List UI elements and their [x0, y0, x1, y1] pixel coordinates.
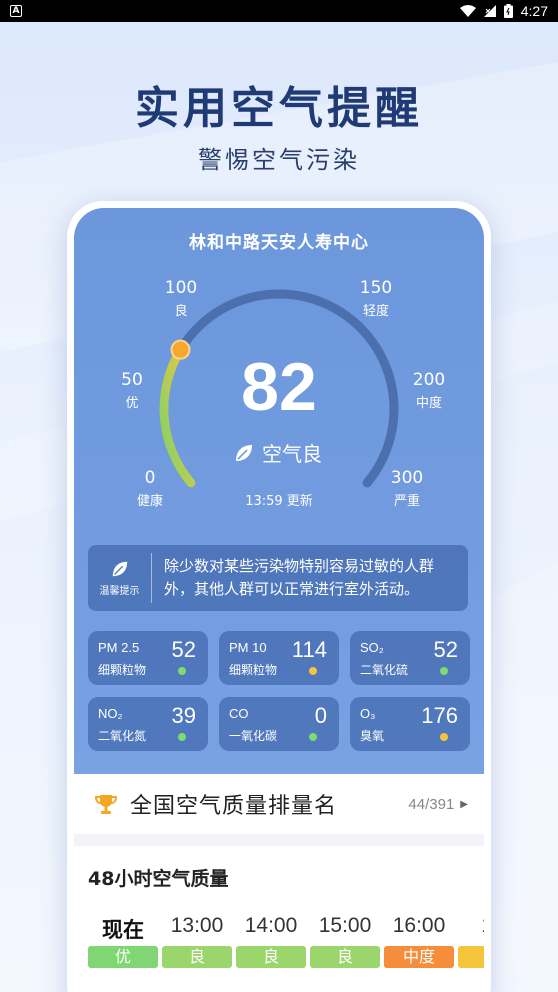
pollutant-value: 52	[171, 637, 196, 662]
pollutant-name: PM 2.5	[98, 640, 140, 655]
pollutant-desc: 臭氧	[360, 729, 385, 743]
trophy-icon	[94, 795, 118, 814]
pollutant-value: 39	[171, 703, 196, 728]
pollutant-desc: 细颗粒物	[98, 663, 147, 677]
pollutant-desc: 一氧化碳	[229, 729, 278, 743]
hour-level-badge: 优	[88, 946, 158, 968]
pollutant-card-pm25[interactable]: PM 2.5 细颗粒物 52	[88, 631, 208, 685]
hour-time: 16:00	[392, 914, 446, 937]
level-dot	[309, 733, 317, 741]
promo-title: 实用空气提醒	[135, 83, 423, 134]
phone-frame: 林和中路天安人寿中心 0 健康 50 优 100 良 150 轻度 200 中度 300 严重 82 …	[67, 201, 491, 992]
ranking-title: 全国空气质量排量名	[130, 794, 338, 819]
ranking-count: 44/391	[408, 795, 455, 813]
status-bar: A 4:27	[0, 0, 558, 22]
level-dot	[178, 667, 186, 675]
gauge-mark-value: 100	[164, 278, 198, 298]
phone-screen: 林和中路天安人寿中心 0 健康 50 优 100 良 150 轻度 200 中度 300 严重 82 …	[74, 208, 484, 992]
pollutant-value: 176	[421, 703, 458, 728]
chevron-right-icon: ▶	[460, 798, 468, 810]
gauge-mark-label: 轻度	[362, 304, 389, 319]
gauge-mark-value: 0	[144, 468, 156, 488]
level-dot	[440, 733, 448, 741]
leaf-icon	[112, 561, 127, 576]
pollutant-desc: 二氧化氮	[98, 729, 147, 743]
hour-item: 15:00 良	[310, 914, 380, 968]
level-dot	[178, 733, 186, 741]
aqi-status: 空气良	[234, 438, 322, 467]
tip-text: 除少数对某些污染物特别容易过敏的人群外，其他人群可以正常进行室外活动。	[164, 557, 435, 598]
pollutant-desc: 二氧化硫	[360, 663, 409, 677]
tip-label: 温馨提示	[99, 585, 140, 597]
pollutant-grid: PM 2.5 细颗粒物 52 PM 10 细颗粒物 114 SO₂ 二氧化硫 5…	[88, 631, 470, 751]
pollutant-card-no2[interactable]: NO₂ 二氧化氮 39	[88, 697, 208, 751]
hour-time: 14:00	[244, 914, 298, 937]
pollutant-card-so2[interactable]: SO₂ 二氧化硫 52	[350, 631, 470, 685]
hourly-forecast-panel: 48小时空气质量 现在 优 13:00 良 14:00 良 15:00 良 16…	[74, 846, 484, 992]
gauge-mark-value: 300	[390, 468, 424, 488]
level-dot	[440, 667, 448, 675]
hour-item: 17 轻	[458, 914, 484, 968]
tip-badge: 温馨提示	[88, 553, 152, 603]
pollutant-name: NO₂	[98, 706, 123, 721]
battery-icon	[503, 4, 513, 18]
level-dot	[309, 667, 317, 675]
pollutant-name: O₃	[360, 706, 376, 721]
pollutant-name: CO	[229, 706, 249, 721]
pollutant-value: 114	[291, 637, 327, 662]
hour-item: 16:00 中度	[384, 914, 454, 968]
pollutant-name: SO₂	[360, 640, 384, 655]
clock: 4:27	[520, 3, 548, 19]
aqi-value: 82	[241, 349, 317, 425]
aqi-hero-panel: 林和中路天安人寿中心 0 健康 50 优 100 良 150 轻度 200 中度 300 严重 82 …	[74, 208, 484, 774]
hour-item: 现在 优	[88, 914, 158, 968]
pollutant-card-o3[interactable]: O₃ 臭氧 176	[350, 697, 470, 751]
pollutant-card-co[interactable]: CO 一氧化碳 0	[219, 697, 339, 751]
hour-time: 15:00	[318, 914, 372, 937]
pollutant-value: 52	[433, 637, 458, 662]
app-notification-icon: A	[10, 5, 22, 17]
gauge-mark-label: 良	[174, 304, 188, 319]
gauge-mark-value: 150	[359, 278, 393, 298]
hour-time: 17	[481, 914, 484, 944]
national-ranking-row[interactable]: 全国空气质量排量名 44/391 ▶	[74, 774, 484, 834]
hour-time: 13:00	[170, 914, 224, 937]
signal-icon	[483, 5, 496, 17]
hour-level-badge: 良	[310, 946, 380, 968]
pollutant-name: PM 10	[229, 640, 267, 655]
pollutant-card-pm10[interactable]: PM 10 细颗粒物 114	[219, 631, 339, 685]
update-time: 13:59 更新	[245, 494, 313, 509]
hourly-list[interactable]: 现在 优 13:00 良 14:00 良 15:00 良 16:00 中度	[88, 914, 484, 968]
hour-item: 14:00 良	[236, 914, 306, 968]
pollutant-desc: 细颗粒物	[229, 663, 278, 677]
wifi-icon	[459, 5, 476, 17]
hourly-title: 48小时空气质量	[88, 868, 229, 890]
hour-level-badge: 良	[236, 946, 306, 968]
hour-time: 现在	[102, 918, 144, 942]
hour-level-badge: 良	[162, 946, 232, 968]
hour-item: 13:00 良	[162, 914, 232, 968]
hour-level-badge: 轻	[458, 946, 484, 968]
pollutant-value: 0	[314, 703, 327, 728]
hour-level-badge: 中度	[384, 946, 454, 968]
leaf-icon	[236, 444, 252, 461]
promo-subtitle: 警惕空气污染	[198, 146, 360, 174]
aqi-status-text: 空气良	[262, 442, 322, 466]
health-tip: 温馨提示 除少数对某些污染物特别容易过敏的人群外，其他人群可以正常进行室外活动。	[88, 545, 468, 611]
